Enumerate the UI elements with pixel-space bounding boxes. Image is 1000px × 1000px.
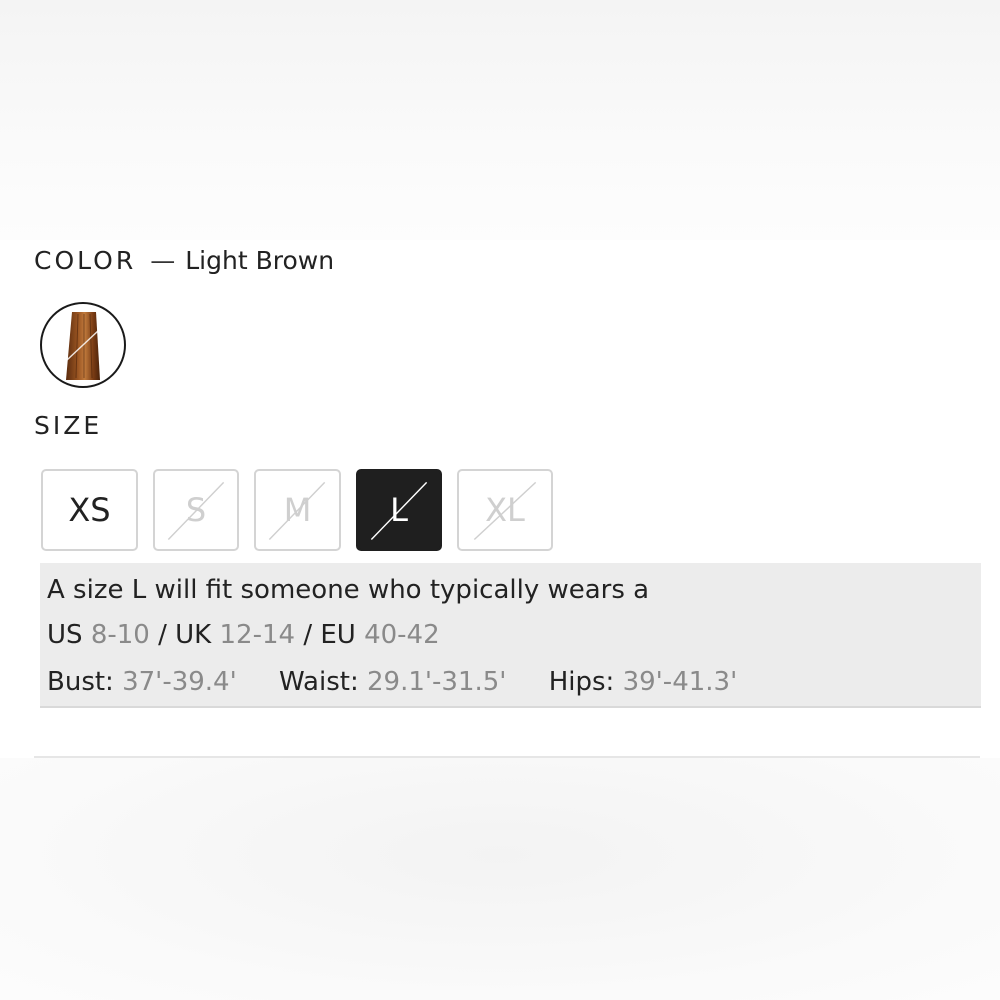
size-option-xs[interactable]: XS: [41, 469, 138, 551]
uk-label: UK: [175, 620, 212, 650]
hips-label: Hips:: [548, 667, 615, 697]
fit-conversions: US 8-10 / UK 12-14 / EU 40-42: [47, 620, 440, 650]
color-label: COLOR: [34, 245, 137, 275]
size-option-m[interactable]: M: [254, 469, 341, 551]
unavailable-strike-icon: [370, 481, 428, 540]
size-label: SIZE: [34, 411, 103, 440]
waist-label: Waist:: [279, 667, 359, 697]
top-background: [0, 0, 1000, 240]
us-value: 8-10: [90, 620, 150, 650]
color-heading: COLOR — Light Brown: [34, 244, 334, 276]
color-swatch-light-brown[interactable]: [40, 302, 126, 388]
us-label: US: [47, 620, 83, 650]
bottom-background: [0, 758, 1000, 1000]
fit-intro: A size L will fit someone who typically …: [47, 575, 650, 605]
separator: /: [158, 620, 167, 650]
bust-value: 37'-39.4': [122, 667, 237, 697]
size-option-l[interactable]: L: [356, 469, 442, 551]
fit-measurements: Bust: 37'-39.4' Waist: 29.1'-31.5' Hips:…: [47, 667, 737, 697]
uk-value: 12-14: [219, 620, 296, 650]
separator: /: [303, 620, 313, 650]
waist-value: 29.1'-31.5': [366, 667, 507, 697]
size-option-s[interactable]: S: [153, 469, 239, 551]
section-divider: [34, 756, 980, 758]
hips-value: 39'-41.3': [622, 667, 738, 697]
hair-swatch-icon: [51, 312, 115, 380]
eu-value: 40-42: [364, 620, 440, 650]
selected-color-name: Light Brown: [185, 245, 335, 275]
color-separator: —: [150, 245, 176, 275]
unavailable-strike-icon: [268, 481, 326, 540]
unavailable-strike-icon: [473, 481, 537, 541]
bust-label: Bust:: [47, 667, 114, 697]
eu-label: EU: [320, 620, 356, 650]
size-option-label: XS: [68, 491, 111, 529]
size-fit-info: A size L will fit someone who typically …: [40, 563, 981, 708]
unavailable-strike-icon: [167, 481, 225, 540]
size-option-xl[interactable]: XL: [457, 469, 553, 551]
